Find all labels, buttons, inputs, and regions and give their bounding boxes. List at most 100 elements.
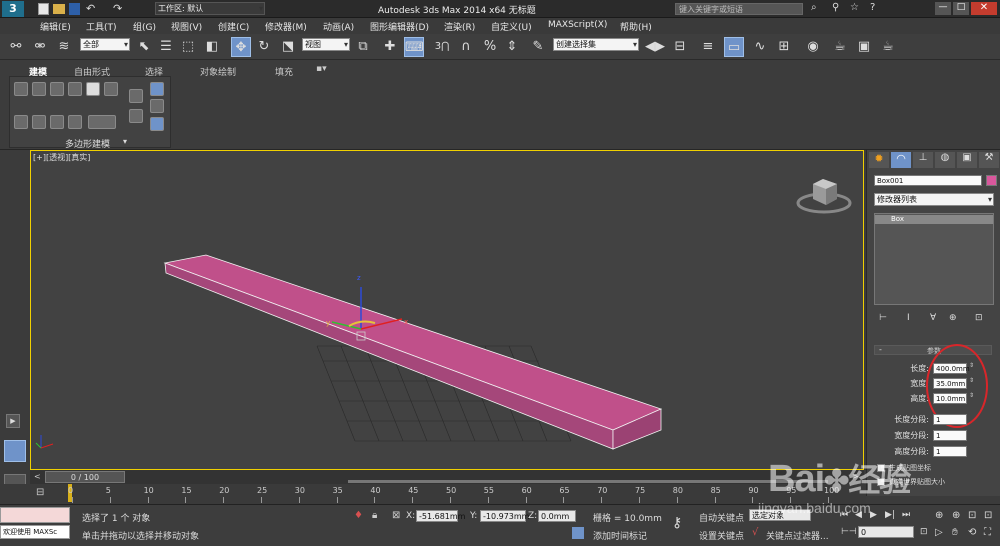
key-mode-icon[interactable]: ⊢⊣	[841, 527, 857, 537]
single-viewport-icon[interactable]	[4, 440, 26, 462]
ribbon-panel-label[interactable]: 多边形建模	[65, 137, 110, 150]
slider-prev-icon[interactable]: <	[34, 472, 41, 481]
height-segs-field[interactable]: 1	[933, 446, 967, 457]
y-coord-field[interactable]: -10.973mm	[480, 510, 529, 522]
key-filters-icon[interactable]: √	[752, 527, 758, 538]
menu-maxscript[interactable]: MAXScript(X)	[548, 20, 607, 30]
select-object-icon[interactable]: ⬉	[134, 37, 154, 57]
object-color-swatch[interactable]	[986, 175, 997, 186]
maximize-viewport-icon[interactable]: ⛶	[984, 527, 991, 538]
undo-icon[interactable]: ↶	[86, 2, 95, 15]
use-pivot-icon[interactable]	[129, 89, 143, 103]
lock-selection-icon[interactable]: 🔒︎	[372, 510, 377, 521]
menu-animation[interactable]: 动画(A)	[323, 20, 354, 33]
window-crossing-icon[interactable]: ◧	[202, 37, 222, 57]
track-bar[interactable]: ⊟ 0 5 10 15 20 25 30 35 40 45 50 55 60 65 70 75 80 85 90 95…	[0, 484, 866, 504]
selection-filter-dropdown[interactable]: 全部	[80, 38, 130, 51]
select-move-icon[interactable]: ✥	[231, 37, 251, 57]
motion-tab-icon[interactable]: ◍	[935, 152, 955, 168]
qat-open-icon[interactable]	[53, 4, 65, 14]
render-setup-icon[interactable]: ☕	[830, 37, 850, 57]
rect-selection-icon[interactable]: ⬚	[178, 37, 198, 57]
next-frame-icon[interactable]: ▶|	[885, 510, 895, 520]
display-tab-icon[interactable]: ▣	[957, 152, 977, 168]
create-tab-icon[interactable]: ✹	[869, 152, 889, 168]
menu-modifiers[interactable]: 修改器(M)	[265, 20, 307, 33]
utilities-tab-icon[interactable]: ⚒	[979, 152, 999, 168]
viewport-label[interactable]: [+][透视][真实]	[33, 152, 90, 163]
stack-item-box[interactable]: Box	[875, 215, 993, 224]
maxscript-listener[interactable]	[0, 507, 70, 523]
link-icon[interactable]: ⚯	[6, 37, 26, 57]
play-icon[interactable]: ▶	[870, 510, 877, 520]
vertex-icon[interactable]	[32, 82, 46, 96]
modifier-stack-list[interactable]: Box	[874, 213, 994, 305]
menu-customize[interactable]: 自定义(U)	[491, 20, 532, 33]
zoom-extents-all-icon[interactable]: ⊡	[984, 510, 992, 521]
orbit-icon[interactable]: ⟲	[968, 527, 976, 538]
menu-create[interactable]: 创建(C)	[218, 20, 249, 33]
remove-modifier-icon[interactable]: ⊕	[949, 313, 957, 323]
named-selection-dropdown[interactable]: 创建选择集	[553, 38, 639, 51]
app-logo-icon[interactable]: 3	[2, 1, 24, 17]
toggle-end-icon[interactable]	[129, 109, 143, 123]
favorites-icon[interactable]: ☆	[850, 2, 859, 13]
menu-rendering[interactable]: 渲染(R)	[444, 20, 475, 33]
stack-prev-icon[interactable]	[14, 115, 28, 129]
menu-group[interactable]: 组(G)	[133, 20, 156, 33]
menu-tools[interactable]: 工具(T)	[86, 20, 117, 33]
show-end-icon[interactable]	[68, 115, 82, 129]
key-filters-button[interactable]: 关键点过滤器...	[766, 529, 829, 542]
select-rotate-icon[interactable]: ↻	[254, 37, 274, 57]
set-key-button[interactable]: 设置关键点	[699, 529, 744, 542]
configure-sets-icon[interactable]: ⊡	[975, 313, 983, 323]
fov-icon[interactable]: ▷	[935, 527, 943, 538]
object-name-field[interactable]: Box001	[874, 175, 982, 186]
material-editor-icon[interactable]: ◉	[803, 37, 823, 57]
select-manipulate-icon[interactable]: ✚	[380, 37, 400, 57]
align-icon[interactable]: ⊟	[670, 37, 690, 57]
stack-next-icon[interactable]	[32, 115, 46, 129]
go-to-end-icon[interactable]: ⏭	[902, 510, 910, 520]
close-button[interactable]: ✕	[971, 2, 997, 15]
spinner-snap-icon[interactable]: ⇕	[502, 37, 522, 57]
help-icon[interactable]: ?	[870, 2, 875, 13]
border-icon[interactable]	[68, 82, 82, 96]
edge-icon[interactable]	[50, 82, 64, 96]
angle-snap-icon[interactable]: ∩	[456, 37, 476, 57]
minimize-button[interactable]: —	[935, 2, 951, 15]
zoom-icon[interactable]: ⊕	[935, 510, 943, 521]
polygon-icon[interactable]	[86, 82, 100, 96]
redo-icon[interactable]: ↷	[113, 2, 122, 15]
modify-mode-icon[interactable]	[14, 82, 28, 96]
qat-save-icon[interactable]	[69, 3, 80, 15]
ribbon-toggle-icon[interactable]: ▭	[724, 37, 744, 57]
make-unique-icon[interactable]: ∀	[930, 313, 936, 323]
preview-icon[interactable]	[50, 115, 64, 129]
search-icon[interactable]: ⌕	[811, 2, 817, 13]
curve-editor-icon[interactable]: ∿	[750, 37, 770, 57]
auto-key-button[interactable]: 自动关键点	[699, 511, 744, 524]
time-tag-icon[interactable]	[572, 527, 584, 539]
panel-expand-icon[interactable]: ▾	[123, 137, 127, 146]
infocenter-icon[interactable]: ⚲	[832, 2, 839, 13]
bind-spacewarp-icon[interactable]: ≋	[54, 37, 74, 57]
menu-edit[interactable]: 编辑(E)	[40, 20, 71, 33]
workspace-dropdown[interactable]: 工作区: 默认	[155, 2, 265, 15]
time-slider-thumb[interactable]: 0 / 100	[45, 471, 125, 483]
show-end-result-icon[interactable]: I	[907, 313, 910, 323]
qat-new-icon[interactable]	[38, 3, 49, 15]
key-icon[interactable]: ⚷	[672, 515, 682, 531]
snaps-toggle-icon[interactable]: 3⋂	[432, 37, 452, 57]
ribbon-options-icon[interactable]: ▪▾	[316, 64, 327, 74]
perspective-viewport[interactable]: z x y	[30, 150, 864, 470]
keyboard-shortcut-icon[interactable]: ⌨	[404, 37, 424, 57]
unlink-icon[interactable]: ⚮	[30, 37, 50, 57]
z-coord-field[interactable]: 0.0mm	[538, 510, 576, 522]
hierarchy-tab-icon[interactable]: ⊥	[913, 152, 933, 168]
zoom-extents-icon[interactable]: ⊡	[968, 510, 976, 521]
modify-tab-icon[interactable]: ◠	[891, 152, 911, 168]
menu-views[interactable]: 视图(V)	[171, 20, 202, 33]
pivot-center-icon[interactable]: ⧉	[353, 37, 373, 57]
expand-panel-icon[interactable]: ▶	[6, 414, 20, 428]
